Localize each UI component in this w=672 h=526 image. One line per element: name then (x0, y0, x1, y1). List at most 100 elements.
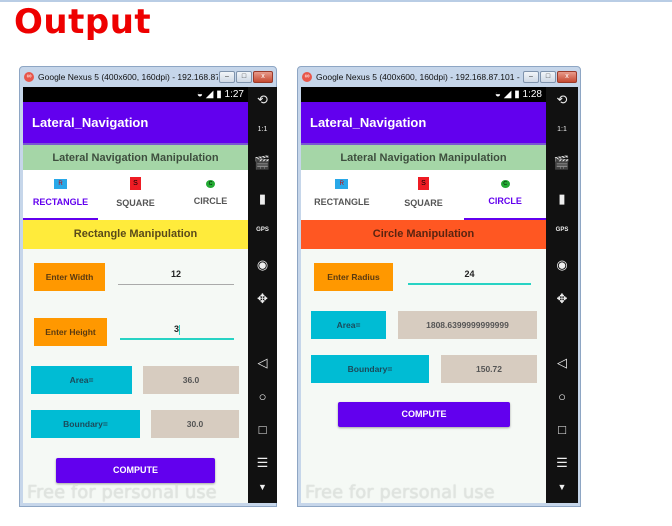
tab-circle[interactable]: C CIRCLE (173, 170, 248, 220)
square-icon: S (130, 177, 141, 190)
battery-icon[interactable]: ▮ (248, 191, 277, 207)
height-input[interactable]: 3 (120, 324, 234, 340)
compute-button[interactable]: COMPUTE (338, 402, 510, 427)
gps-icon[interactable]: GPS (248, 227, 277, 233)
emulator-sidebar: ⟲ 1:1 🎬 ▮ GPS ◉ ✥ ◁ ○ □ ☰ ▼ (546, 87, 578, 503)
phone-screen: ◒ ◢ ▮ 1:28 Lateral_Navigation Lateral Na… (301, 87, 546, 503)
home-icon[interactable]: ○ (546, 389, 578, 404)
home-icon[interactable]: ○ (248, 389, 277, 404)
width-input[interactable]: 12 (118, 269, 234, 285)
minimize-button[interactable]: – (219, 71, 235, 83)
rectangle-icon: R (54, 179, 67, 189)
camera-icon[interactable]: ◉ (546, 257, 578, 273)
circle-icon: C (500, 180, 510, 188)
signal-icon: ◢ (205, 89, 214, 100)
close-button[interactable]: x (557, 71, 577, 83)
tab-label: CIRCLE (488, 196, 522, 206)
tab-bar: R RECTANGLE S SQUARE C CIRCLE (23, 170, 248, 220)
section-title: Circle Manipulation (301, 220, 546, 249)
pixel-perfect-icon[interactable]: 1:1 (248, 126, 277, 133)
genymotion-logo-icon: ∞ (302, 72, 312, 82)
boundary-label: Boundary= (311, 355, 429, 383)
rectangle-icon: R (335, 179, 349, 189)
watermark: Free for personal use (305, 482, 495, 503)
recents-icon[interactable]: □ (248, 422, 277, 437)
emulator-sidebar: ⟲ 1:1 🎬 ▮ GPS ◉ ✥ ◁ ○ □ ☰ ▼ (248, 87, 277, 503)
tab-circle[interactable]: C CIRCLE (464, 170, 546, 220)
minimize-button[interactable]: – (523, 71, 539, 83)
tab-label: RECTANGLE (32, 197, 89, 207)
wifi-icon: ◒ (494, 89, 501, 100)
expand-down-icon[interactable]: ▼ (546, 482, 578, 492)
tab-label: SQUARE (116, 198, 155, 208)
area-value: 36.0 (143, 366, 239, 394)
width-label: Enter Width (34, 263, 105, 291)
wifi-icon: ◒ (196, 89, 203, 100)
tab-label: RECTANGLE (314, 197, 370, 207)
dpad-icon[interactable]: ✥ (546, 291, 578, 307)
area-label: Area= (31, 366, 132, 394)
camera-icon[interactable]: ◉ (248, 257, 277, 273)
gps-icon[interactable]: GPS (546, 227, 578, 233)
tab-label: CIRCLE (193, 196, 228, 206)
emulator-window-rectangle: ∞ Google Nexus 5 (400x600, 160dpi) - 192… (19, 66, 277, 507)
section-title: Rectangle Manipulation (23, 220, 248, 249)
app-title: Lateral_Navigation (23, 102, 248, 143)
status-time: 1:27 (224, 89, 244, 100)
pixel-perfect-icon[interactable]: 1:1 (546, 126, 578, 133)
window-title: Google Nexus 5 (400x600, 160dpi) - 192.1… (316, 72, 522, 82)
window-titlebar[interactable]: ∞ Google Nexus 5 (400x600, 160dpi) - 192… (20, 67, 276, 87)
back-icon[interactable]: ◁ (546, 355, 578, 371)
window-titlebar[interactable]: ∞ Google Nexus 5 (400x600, 160dpi) - 192… (298, 67, 580, 87)
menu-icon[interactable]: ☰ (546, 455, 578, 471)
tab-rectangle[interactable]: R RECTANGLE (23, 170, 98, 220)
expand-down-icon[interactable]: ▼ (248, 482, 277, 492)
capture-icon[interactable]: 🎬 (546, 155, 578, 171)
page-heading: Output (14, 2, 152, 42)
phone-screen: ◒ ◢ ▮ 1:27 Lateral_Navigation Lateral Na… (23, 87, 248, 503)
subheader: Lateral Navigation Manipulation (23, 143, 248, 170)
close-button[interactable]: x (253, 71, 273, 83)
compute-button[interactable]: COMPUTE (56, 458, 215, 483)
capture-icon[interactable]: 🎬 (248, 155, 277, 171)
rotate-icon[interactable]: ⟲ (248, 92, 277, 108)
boundary-value: 30.0 (151, 410, 239, 438)
battery-status-icon: ▮ (514, 89, 520, 100)
rotate-icon[interactable]: ⟲ (546, 92, 578, 108)
emulator-window-circle: ∞ Google Nexus 5 (400x600, 160dpi) - 192… (297, 66, 581, 507)
back-icon[interactable]: ◁ (248, 355, 277, 371)
subheader: Lateral Navigation Manipulation (301, 143, 546, 170)
boundary-label: Boundary= (31, 410, 140, 438)
window-title: Google Nexus 5 (400x600, 160dpi) - 192.1… (38, 72, 218, 82)
circle-icon: C (206, 180, 215, 188)
boundary-value: 150.72 (441, 355, 537, 383)
genymotion-logo-icon: ∞ (24, 72, 34, 82)
menu-icon[interactable]: ☰ (248, 455, 277, 471)
status-bar: ◒ ◢ ▮ 1:27 (23, 87, 248, 102)
tab-rectangle[interactable]: R RECTANGLE (301, 170, 383, 220)
app-title: Lateral_Navigation (301, 102, 546, 143)
battery-icon[interactable]: ▮ (546, 191, 578, 207)
tab-label: SQUARE (404, 198, 443, 208)
area-value: 1808.6399999999999 (398, 311, 537, 339)
maximize-button[interactable]: □ (540, 71, 556, 83)
watermark: Free for personal use (27, 482, 217, 503)
height-label: Enter Height (34, 318, 107, 346)
radius-label: Enter Radius (314, 263, 393, 291)
status-time: 1:28 (522, 89, 542, 100)
radius-input-value: 24 (464, 269, 475, 279)
tab-bar: R RECTANGLE S SQUARE C CIRCLE (301, 170, 546, 220)
square-icon: S (418, 177, 429, 190)
tab-square[interactable]: S SQUARE (98, 170, 173, 220)
maximize-button[interactable]: □ (236, 71, 252, 83)
tab-square[interactable]: S SQUARE (383, 170, 465, 220)
area-label: Area= (311, 311, 386, 339)
width-input-value: 12 (170, 269, 181, 279)
recents-icon[interactable]: □ (546, 422, 578, 437)
status-bar: ◒ ◢ ▮ 1:28 (301, 87, 546, 102)
dpad-icon[interactable]: ✥ (248, 291, 277, 307)
battery-status-icon: ▮ (216, 89, 222, 100)
signal-icon: ◢ (503, 89, 512, 100)
radius-input[interactable]: 24 (408, 269, 531, 285)
text-caret (179, 324, 180, 335)
